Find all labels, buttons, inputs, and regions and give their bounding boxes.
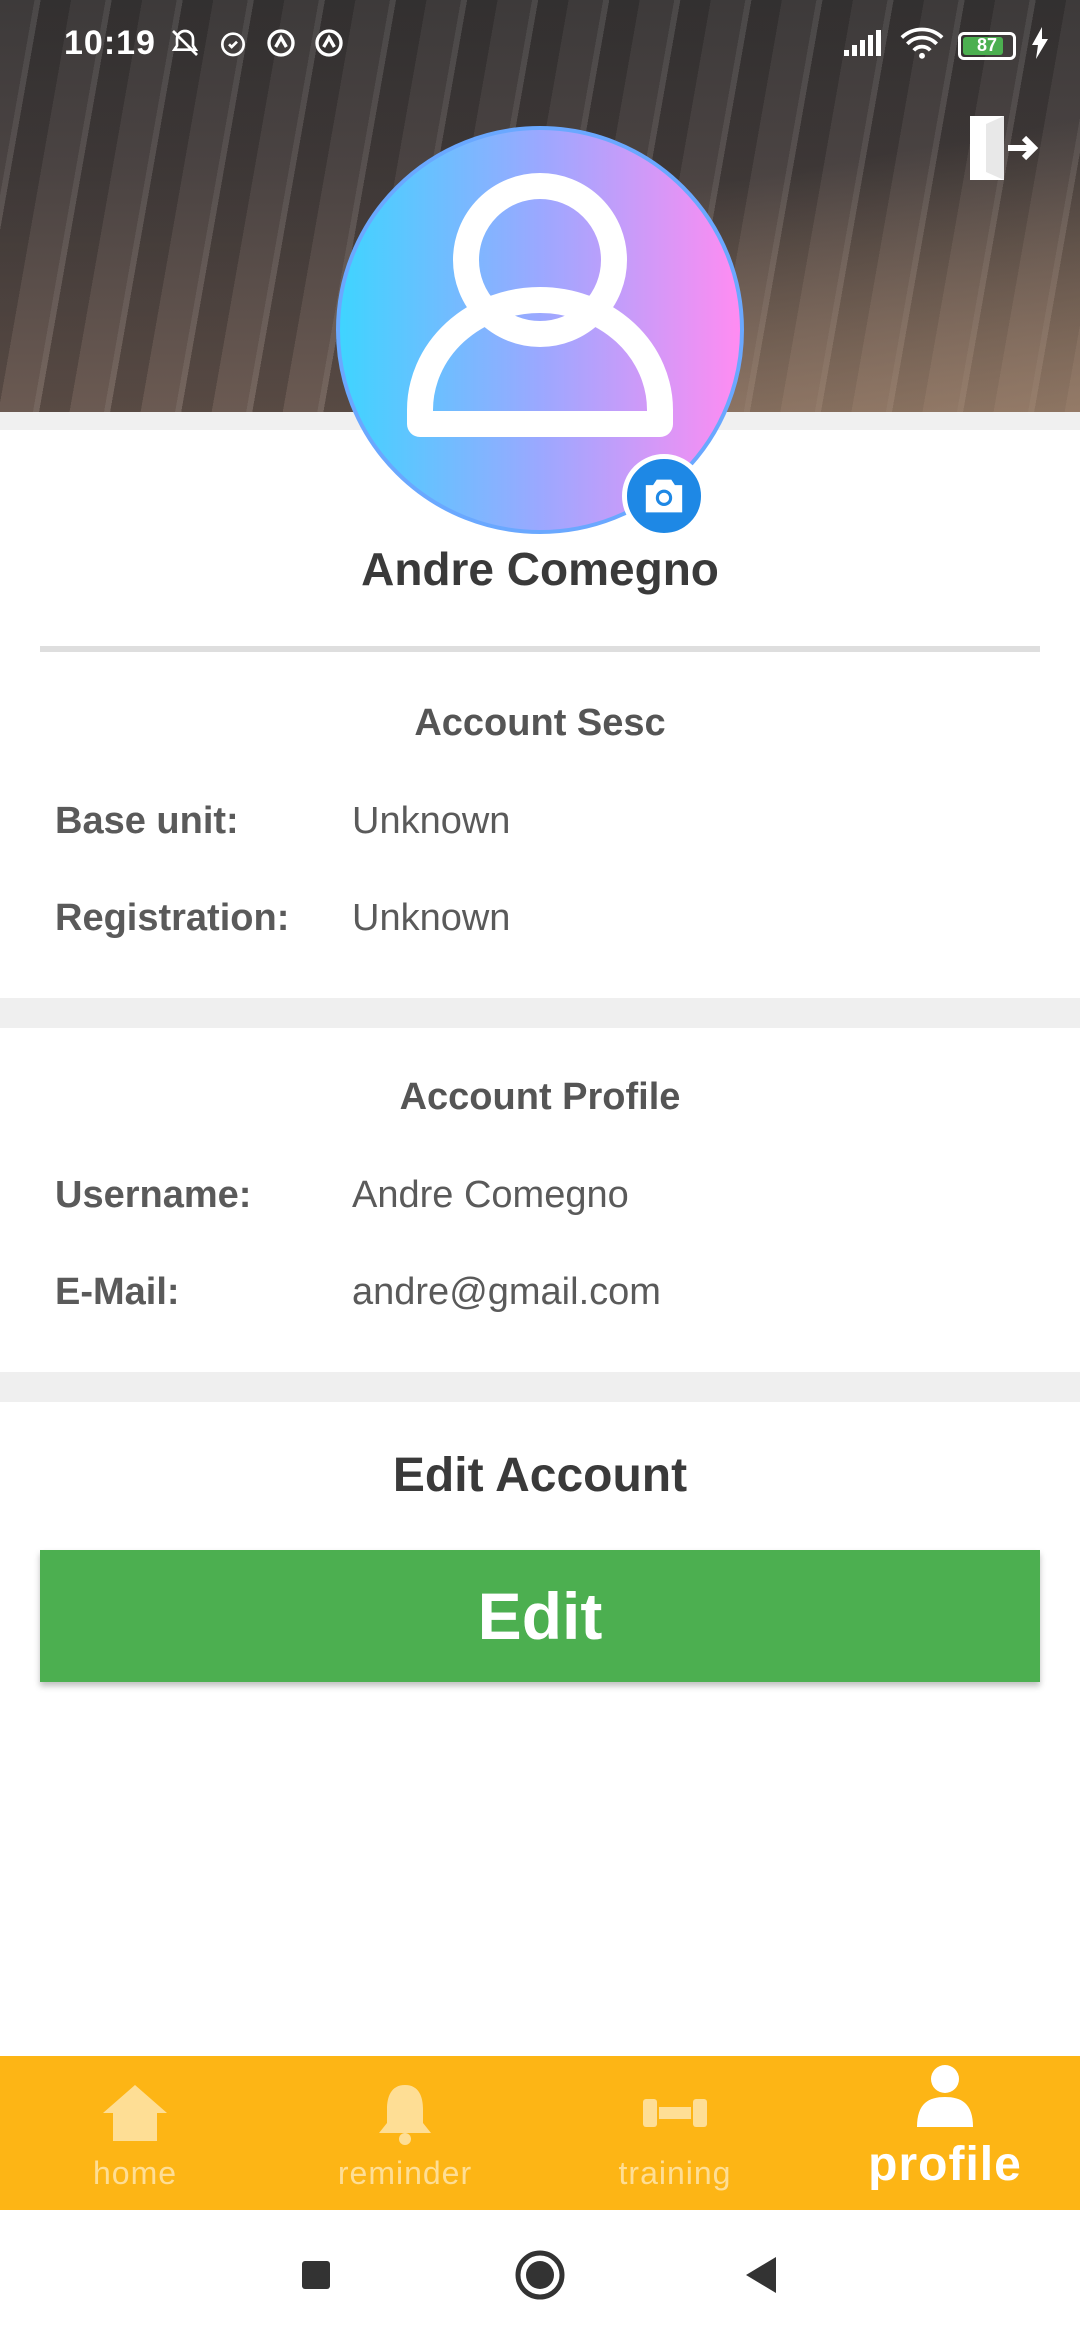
charging-icon (1030, 27, 1050, 64)
nav-label-home: home (92, 2155, 178, 2191)
status-time: 10:19 (64, 24, 156, 62)
home-icon (103, 2085, 167, 2141)
account-sesc-title: Account Sesc (414, 702, 666, 744)
base-unit-label: Base unit: (55, 800, 239, 842)
home-system-button[interactable] (510, 2245, 570, 2305)
back-triangle-icon (746, 2257, 776, 2293)
app-notification-icon (264, 26, 298, 60)
registration-label: Registration: (55, 897, 290, 939)
nav-item-home[interactable]: home (0, 2056, 270, 2210)
username-label: Username: (55, 1174, 252, 1216)
username-value: Andre Comegno (352, 1174, 629, 1216)
nav-item-reminder[interactable]: reminder (270, 2056, 540, 2210)
profile-name: Andre Comegno (361, 543, 719, 595)
email-value: andre@gmail.com (352, 1271, 661, 1313)
app-notification-icon (312, 26, 346, 60)
bell-icon (379, 2085, 431, 2145)
section-separator (0, 998, 1080, 1028)
edit-button[interactable]: Edit (40, 1550, 1040, 1682)
edit-account-title: Edit Account (392, 1449, 688, 1502)
person-icon (917, 2065, 973, 2127)
account-profile-title: Account Profile (399, 1076, 681, 1118)
battery-icon: 87 (958, 31, 1016, 60)
dumbbell-icon (643, 2099, 707, 2127)
system-navigation-bar (0, 2210, 1080, 2340)
email-label: E-Mail: (55, 1271, 180, 1313)
status-icons-left (168, 26, 346, 60)
registration-value: Unknown (352, 897, 511, 939)
section-separator (0, 1372, 1080, 1402)
bottom-navigation: home reminder training profile (0, 2056, 1080, 2210)
alarm-icon (216, 26, 250, 60)
nav-item-profile[interactable]: profile (810, 2056, 1080, 2210)
bell-off-icon (168, 26, 202, 60)
status-icons-right: 87 (842, 26, 1050, 65)
signal-icon (842, 28, 886, 63)
back-button[interactable] (730, 2245, 790, 2305)
square-icon (302, 2261, 330, 2289)
status-bar: 10:19 87 (0, 0, 1080, 96)
nav-item-training[interactable]: training (540, 2056, 810, 2210)
nav-label-profile: profile (868, 2138, 1022, 2191)
base-unit-value: Unknown (352, 800, 511, 842)
wifi-icon (900, 26, 944, 65)
nav-label-training: training (618, 2155, 732, 2191)
change-photo-button[interactable] (622, 454, 706, 538)
nav-label-reminder: reminder (337, 2155, 473, 2191)
circle-icon (515, 2250, 565, 2300)
recents-button[interactable] (286, 2245, 346, 2305)
divider (40, 646, 1040, 652)
camera-icon (645, 479, 683, 513)
battery-level: 87 (976, 35, 998, 55)
logout-icon[interactable] (964, 110, 1040, 186)
